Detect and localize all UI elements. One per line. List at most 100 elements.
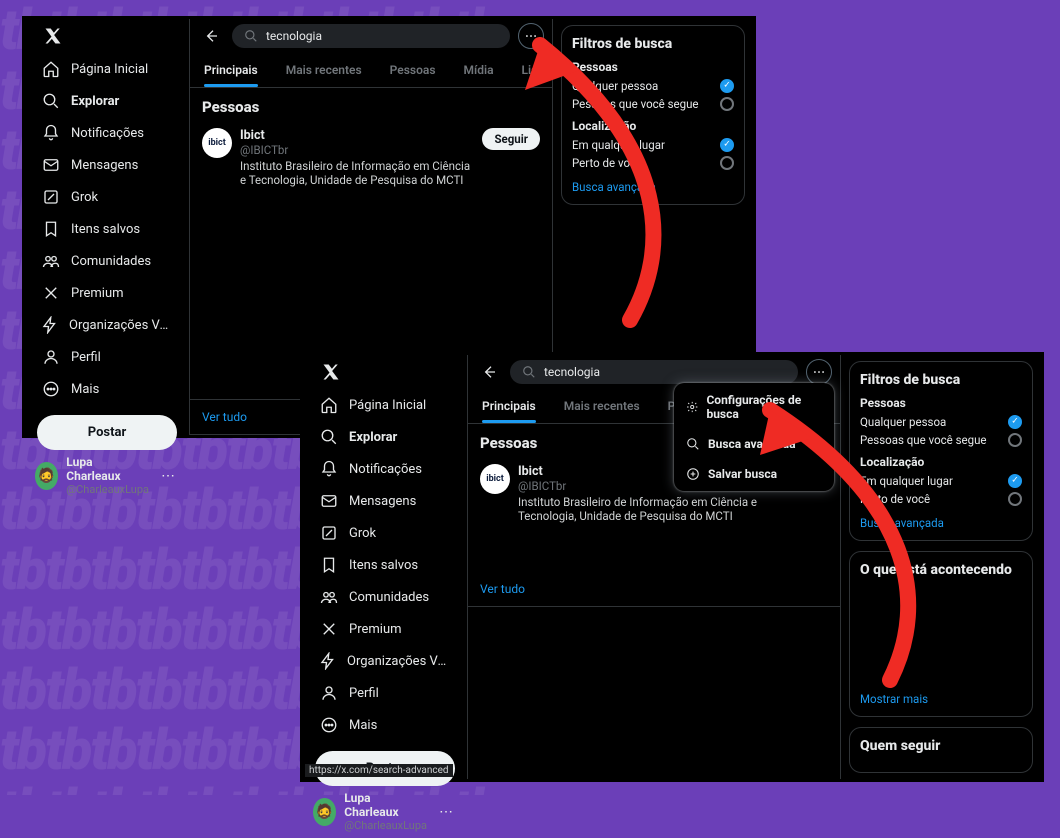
search-query: tecnologia — [266, 29, 322, 43]
nav-bookmarks[interactable]: Itens salvos — [31, 213, 183, 245]
tab-mais-recentes[interactable]: Mais recentes — [550, 389, 654, 423]
tab-principais[interactable]: Principais — [190, 53, 272, 87]
user-meta: Lupa Charleaux @CharleauxLupa — [66, 456, 149, 496]
filters-title: Filtros de busca — [572, 36, 734, 52]
nav-more[interactable]: Mais — [309, 709, 461, 741]
nav-explore[interactable]: Explorar — [309, 421, 461, 453]
filter-people-you-follow[interactable]: Pessoas que você segue — [572, 95, 734, 113]
nav-communities[interactable]: Comunidades — [309, 581, 461, 613]
ellipsis-icon: ⋯ — [435, 804, 457, 820]
see-all-link[interactable]: Ver tudo — [468, 572, 840, 606]
popup-label: Salvar busca — [708, 467, 777, 481]
x-logo-icon[interactable] — [319, 363, 343, 381]
nav-label: Mensagens — [71, 158, 138, 173]
x-logo-icon[interactable] — [41, 27, 65, 45]
nav-label: Grok — [71, 190, 98, 205]
person-icon — [41, 347, 61, 367]
plus-circle-icon — [686, 467, 700, 481]
people-icon — [41, 251, 61, 271]
show-more-link[interactable]: Mostrar mais — [860, 692, 1022, 706]
x-premium-icon — [41, 283, 61, 303]
filters-loc-head: Localização — [860, 455, 1022, 469]
tab-midia[interactable]: Mídia — [450, 53, 508, 87]
filter-any-person[interactable]: Qualquer pessoa — [860, 413, 1022, 431]
people-heading: Pessoas — [190, 88, 552, 120]
search-options-popup: Configurações de busca Busca avançada Sa… — [674, 383, 834, 491]
nav-label: Organizações Verificadas — [69, 318, 173, 333]
nav-premium[interactable]: Premium — [31, 277, 183, 309]
follow-button[interactable]: Seguir — [482, 128, 540, 150]
popup-save-search[interactable]: Salvar busca — [674, 459, 834, 489]
nav-bookmarks[interactable]: Itens salvos — [309, 549, 461, 581]
nav-profile[interactable]: Perfil — [31, 341, 183, 373]
user-meta: Lupa Charleaux @CharleauxLupa — [344, 792, 427, 832]
post-button[interactable]: Postar — [37, 415, 177, 450]
popup-advanced-search[interactable]: Busca avançada — [674, 429, 834, 459]
nav-grok[interactable]: Grok — [31, 181, 183, 213]
tab-principais[interactable]: Principais — [468, 389, 550, 423]
nav-label: Explorar — [349, 430, 397, 445]
nav-label: Perfil — [71, 350, 101, 365]
back-button[interactable] — [476, 359, 502, 385]
bookmark-icon — [319, 555, 339, 575]
search-input[interactable]: tecnologia — [232, 24, 510, 48]
bolt-icon — [41, 315, 59, 335]
nav-messages[interactable]: Mensagens — [309, 485, 461, 517]
nav-home[interactable]: Página Inicial — [31, 53, 183, 85]
nav-premium[interactable]: Premium — [309, 613, 461, 645]
nav-verified-orgs[interactable]: Organizações Verificadas — [309, 645, 461, 677]
nav-home[interactable]: Página Inicial — [309, 389, 461, 421]
nav-grok[interactable]: Grok — [309, 517, 461, 549]
mail-icon — [319, 491, 339, 511]
more-circle-icon — [41, 379, 61, 399]
nav-label: Premium — [349, 622, 402, 637]
filter-people-you-follow[interactable]: Pessoas que você segue — [860, 431, 1022, 449]
filter-anywhere[interactable]: Em qualquer lugar — [572, 136, 734, 154]
nav-messages[interactable]: Mensagens — [31, 149, 183, 181]
filter-any-person[interactable]: Qualquer pessoa — [572, 77, 734, 95]
trends-card: O que está acontecendo Mostrar mais — [849, 551, 1033, 717]
back-button[interactable] — [198, 23, 224, 49]
avatar: 🧔 — [35, 462, 58, 490]
main-column: tecnologia Configurações de busca Busca … — [467, 355, 841, 779]
search-filters-card: Filtros de busca Pessoas Qualquer pessoa… — [561, 25, 745, 205]
advanced-search-link[interactable]: Busca avançada — [572, 180, 734, 194]
account-menu[interactable]: 🧔 Lupa Charleaux @CharleauxLupa ⋯ — [309, 786, 461, 838]
radio-off-icon — [1008, 492, 1022, 506]
nav-notifications[interactable]: Notificações — [309, 453, 461, 485]
nav-verified-orgs[interactable]: Organizações Verificadas — [31, 309, 183, 341]
search-input[interactable]: tecnologia — [510, 360, 798, 384]
nav-label: Notificações — [71, 126, 144, 141]
radio-off-icon — [720, 156, 734, 170]
nav-label: Perfil — [349, 686, 379, 701]
search-icon — [319, 427, 339, 447]
search-menu-button[interactable] — [518, 23, 544, 49]
popup-search-settings[interactable]: Configurações de busca — [674, 385, 834, 429]
person-card[interactable]: ibict Ibict @IBICTbr Instituto Brasileir… — [190, 120, 552, 196]
nav-explore[interactable]: Explorar — [31, 85, 183, 117]
radio-off-icon — [1008, 433, 1022, 447]
filter-near-you[interactable]: Perto de você — [572, 154, 734, 172]
tab-pessoas[interactable]: Pessoas — [376, 53, 450, 87]
search-menu-button[interactable] — [806, 359, 832, 385]
filter-near-you[interactable]: Perto de você — [860, 490, 1022, 508]
nav-more[interactable]: Mais — [31, 373, 183, 405]
radio-on-icon — [1008, 415, 1022, 429]
filter-anywhere[interactable]: Em qualquer lugar — [860, 472, 1022, 490]
user-name: Lupa Charleaux — [344, 792, 427, 820]
nav-notifications[interactable]: Notificações — [31, 117, 183, 149]
search-icon — [686, 437, 700, 451]
home-icon — [319, 395, 339, 415]
nav-profile[interactable]: Perfil — [309, 677, 461, 709]
filters-people-head: Pessoas — [860, 396, 1022, 410]
tab-mais-recentes[interactable]: Mais recentes — [272, 53, 376, 87]
account-menu[interactable]: 🧔 Lupa Charleaux @CharleauxLupa ⋯ — [31, 450, 183, 502]
nav-communities[interactable]: Comunidades — [31, 245, 183, 277]
advanced-search-link[interactable]: Busca avançada — [860, 516, 1022, 530]
nav-label: Organizações Verificadas — [347, 654, 451, 669]
nav-label: Premium — [71, 286, 124, 301]
tab-listas[interactable]: Listas — [508, 53, 568, 87]
person-name: Ibict — [240, 128, 474, 143]
gear-icon — [686, 400, 698, 414]
who-title: Quem seguir — [860, 738, 1022, 754]
